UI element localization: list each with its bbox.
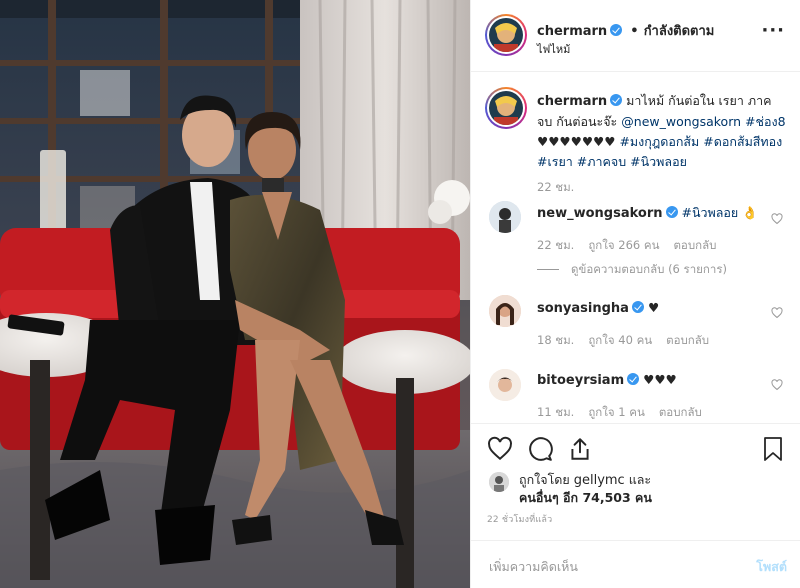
comment-meta: 11 ชม. ถูกใจ 1 คน ตอบกลับ: [537, 404, 702, 422]
post-comment-button[interactable]: โพสต์: [756, 557, 787, 577]
comment: new_wongsakorn #นิวพลอย 👌: [537, 203, 767, 224]
commenter-avatar[interactable]: [489, 295, 521, 327]
more-options-icon[interactable]: ···: [761, 20, 785, 41]
caption-text-2: จบ กันต่อนะจ๊ะ: [537, 114, 618, 129]
comment-likes[interactable]: ถูกใจ 1 คน: [588, 405, 644, 419]
verified-badge-icon: [610, 94, 623, 106]
comment-heart-icon[interactable]: [771, 213, 783, 225]
comment-icon[interactable]: [527, 436, 553, 462]
comment-time[interactable]: 11 ชม.: [537, 405, 574, 419]
comment: bitoeyrsiam ♥♥♥: [537, 370, 677, 391]
commenter-avatar[interactable]: [489, 369, 521, 401]
comment-text: ♥: [647, 300, 660, 315]
following-button[interactable]: กำลังติดตาม: [644, 24, 715, 39]
verified-badge-icon: [665, 206, 678, 218]
caption-username[interactable]: chermarn: [537, 94, 607, 109]
hashtag-link[interactable]: #ดอก: [703, 134, 737, 149]
comment-likes[interactable]: ถูกใจ 266 คน: [588, 238, 659, 252]
liked-by-and: และ: [628, 472, 652, 487]
post-header: chermarn • กำลังติดตาม ไฟไหม้ ···: [471, 0, 800, 72]
add-comment-bar: เพิ่มความคิดเห็น โพสต์: [471, 540, 800, 588]
comment-time[interactable]: 18 ชม.: [537, 333, 574, 347]
post-photo[interactable]: [0, 0, 470, 588]
hashtag-link[interactable]: #นิวพลอย: [630, 154, 687, 169]
reply-button[interactable]: ตอบกลับ: [673, 238, 716, 252]
hashtag-link[interactable]: #มงกุฎดอกส้ม: [619, 134, 699, 149]
comment-time[interactable]: 22 ชม.: [537, 238, 574, 252]
verified-badge-icon: [627, 373, 640, 385]
hashtag-link[interactable]: #ช่อง8: [745, 114, 786, 129]
location-link[interactable]: ไฟไหม้: [537, 40, 570, 58]
comment-username[interactable]: bitoeyrsiam: [537, 373, 624, 388]
caption-text-1: มาไหม้ กันต่อใน เรยา ภาค: [626, 93, 772, 108]
separator-dot: •: [630, 24, 639, 39]
commenter-avatar[interactable]: [489, 201, 521, 233]
comment-likes[interactable]: ถูกใจ 40 คน: [588, 333, 652, 347]
caption: chermarn มาไหม้ กันต่อใน เรยา ภาค จบ กัน…: [537, 91, 787, 172]
comment-text: ♥♥♥: [643, 372, 677, 387]
share-icon[interactable]: [567, 436, 593, 462]
comment-input[interactable]: เพิ่มความคิดเห็น: [489, 557, 578, 577]
caption-avatar-ring[interactable]: [485, 87, 527, 129]
comment-heart-icon[interactable]: [771, 379, 783, 391]
comment-meta: 18 ชม. ถูกใจ 40 คน ตอบกลับ: [537, 332, 709, 350]
hashtag-link[interactable]: #เรยา: [537, 154, 573, 169]
caption-time[interactable]: 22 ชม.: [537, 179, 574, 197]
bookmark-icon[interactable]: [761, 436, 785, 462]
photo-illustration: [0, 0, 470, 588]
action-bar: [471, 423, 800, 469]
author-avatar[interactable]: [489, 18, 523, 52]
likes-count[interactable]: คนอื่นๆ อีก 74,503 คน: [519, 488, 652, 508]
liked-by-prefix: ถูกใจโดย: [519, 472, 570, 487]
author-username[interactable]: chermarn: [537, 24, 607, 39]
comment-heart-icon[interactable]: [771, 307, 783, 319]
caption-hearts: ♥♥♥♥♥♥♥: [537, 134, 616, 149]
verified-badge-icon: [610, 24, 623, 36]
reply-button[interactable]: ตอบกลับ: [666, 333, 709, 347]
caption-avatar[interactable]: [489, 91, 523, 125]
hashtag-link[interactable]: #นิวพลอย: [681, 205, 738, 220]
mention-link[interactable]: @new_wongsakorn: [621, 114, 741, 129]
comment-username[interactable]: new_wongsakorn: [537, 206, 663, 221]
hashtag-link[interactable]: ส้มสีทอง: [737, 134, 782, 149]
story-ring[interactable]: [485, 14, 527, 56]
comment: sonyasingha ♥: [537, 298, 659, 319]
heart-icon[interactable]: [487, 436, 513, 462]
post-timestamp[interactable]: 22 ชั่วโมงที่แล้ว: [487, 512, 552, 526]
comment-emoji: 👌: [742, 205, 758, 220]
liker-avatar[interactable]: [489, 472, 509, 492]
verified-badge-icon: [631, 301, 644, 313]
comments-section[interactable]: chermarn มาไหม้ กันต่อใน เรยา ภาค จบ กัน…: [471, 73, 800, 423]
reply-button[interactable]: ตอบกลับ: [659, 405, 702, 419]
replies-divider: [537, 269, 559, 270]
comment-meta: 22 ชม. ถูกใจ 266 คน ตอบกลับ: [537, 237, 716, 255]
comment-username[interactable]: sonyasingha: [537, 301, 629, 316]
hashtag-link[interactable]: #ภาคจบ: [577, 154, 626, 169]
post-sidebar: chermarn • กำลังติดตาม ไฟไหม้ ··· cherma…: [470, 0, 800, 588]
liker-username[interactable]: gellymc: [574, 473, 625, 488]
view-replies[interactable]: ดูข้อความตอบกลับ (6 รายการ): [537, 261, 727, 279]
view-replies-label[interactable]: ดูข้อความตอบกลับ (6 รายการ): [571, 262, 727, 276]
